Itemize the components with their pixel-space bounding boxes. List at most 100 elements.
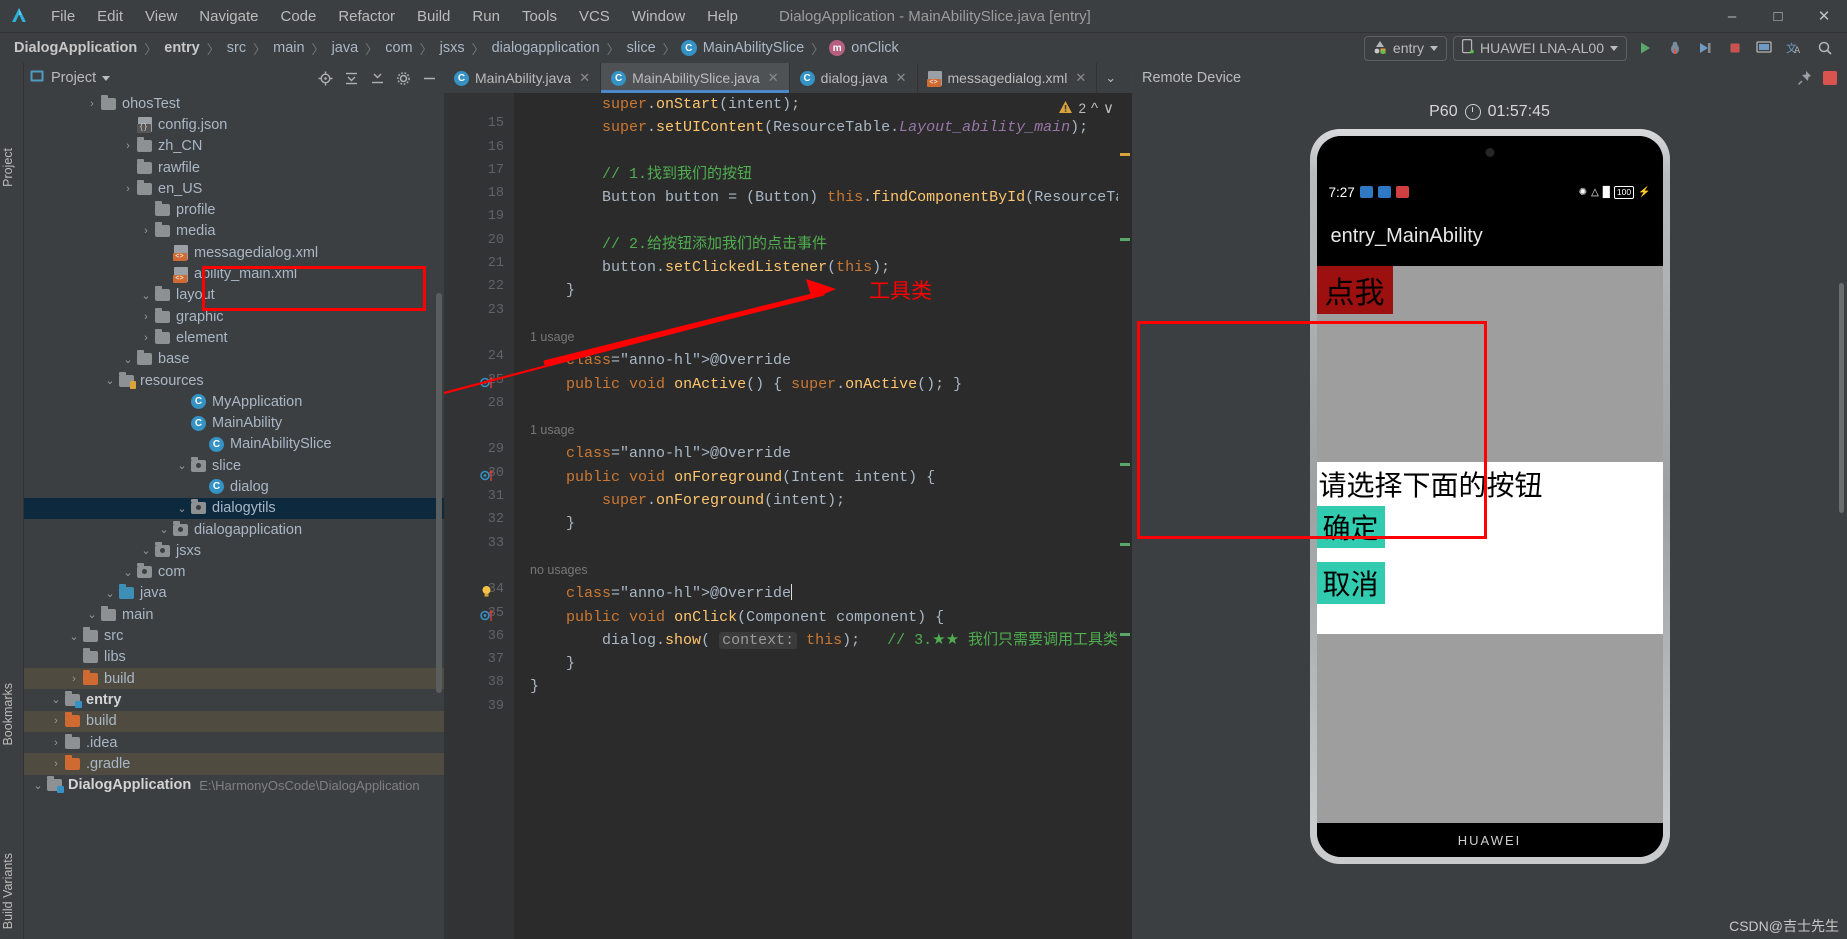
menu-item-run[interactable]: Run — [461, 5, 511, 28]
chevron-down-icon[interactable]: ⌄ — [158, 523, 170, 536]
stop-icon[interactable] — [1723, 36, 1747, 60]
tree-item-media[interactable]: ›media — [24, 221, 444, 242]
tree-item-en_us[interactable]: ›en_US — [24, 178, 444, 199]
sidebar-tab-bookmarks[interactable]: Bookmarks — [1, 683, 15, 746]
app-content[interactable]: 点我 请选择下面的按钮 确定 取消 — [1317, 266, 1663, 823]
gutter-line[interactable]: 16 — [444, 140, 514, 163]
info-marker[interactable] — [1120, 463, 1130, 466]
tree-item-src[interactable]: ⌄src — [24, 625, 444, 646]
code-line[interactable] — [530, 396, 1132, 419]
override-marker-icon[interactable] — [480, 376, 493, 389]
override-marker-icon[interactable] — [480, 469, 493, 482]
code-line[interactable] — [530, 209, 1132, 232]
code-line[interactable]: public void onClick(Component component)… — [530, 606, 1132, 629]
menu-item-view[interactable]: View — [134, 5, 188, 28]
gutter-line[interactable]: 37⊖ — [444, 652, 514, 675]
gutter-line[interactable]: 18 — [444, 186, 514, 209]
chevron-down-icon[interactable]: ⌄ — [140, 289, 152, 302]
translate-icon[interactable]: 文 A — [1783, 36, 1807, 60]
gutter-line[interactable] — [444, 93, 514, 116]
sidebar-tab-build-variants[interactable]: Build Variants — [1, 853, 15, 929]
tree-item-main[interactable]: ⌄main — [24, 604, 444, 625]
click-me-button[interactable]: 点我 — [1317, 266, 1393, 314]
gutter-line[interactable]: 34 — [444, 582, 514, 605]
code-line[interactable]: } — [530, 652, 1132, 675]
device-scrollbar[interactable] — [1839, 283, 1844, 513]
tree-item-rawfile[interactable]: ›rawfile — [24, 157, 444, 178]
chevron-down-icon[interactable]: ⌄ — [104, 374, 116, 387]
code-line[interactable]: } — [530, 675, 1132, 698]
tree-item-libs[interactable]: ›libs — [24, 647, 444, 668]
gutter-line[interactable]: 29 — [444, 442, 514, 465]
code-line[interactable]: super.onStart(intent); — [530, 93, 1132, 116]
inspection-strip[interactable] — [1118, 93, 1132, 939]
tree-item-java[interactable]: ⌄java — [24, 583, 444, 604]
gutter-line[interactable]: 17 — [444, 163, 514, 186]
menu-item-vcs[interactable]: VCS — [568, 5, 621, 28]
tree-item-dialogytils[interactable]: ⌄dialogytils — [24, 498, 444, 519]
code-line[interactable] — [530, 140, 1132, 163]
gutter-line[interactable]: 38 — [444, 675, 514, 698]
tree-item-base[interactable]: ⌄base — [24, 349, 444, 370]
close-tab-icon[interactable]: ✕ — [1075, 70, 1086, 86]
menu-item-edit[interactable]: Edit — [86, 5, 134, 28]
gutter-line[interactable] — [444, 559, 514, 582]
tree-item-mainability[interactable]: ›CMainAbility — [24, 412, 444, 433]
chevron-down-icon[interactable]: ⌄ — [1105, 70, 1116, 86]
code-line[interactable] — [530, 699, 1132, 722]
chevron-down-icon[interactable]: ⌄ — [122, 566, 134, 579]
prev-issue-icon[interactable]: ^ — [1091, 100, 1098, 117]
code-line[interactable]: // 2.给按钮添加我们的点击事件 — [530, 233, 1132, 256]
expand-all-icon[interactable] — [368, 69, 386, 87]
code-line[interactable]: super.onForeground(intent); — [530, 489, 1132, 512]
chevron-down-icon[interactable]: ⌄ — [50, 693, 62, 706]
tree-item-build[interactable]: ›build — [24, 711, 444, 732]
code-line[interactable]: button.setClickedListener(this); — [530, 256, 1132, 279]
breadcrumb-item-entry[interactable]: entry — [162, 40, 201, 56]
gutter-line[interactable] — [444, 419, 514, 442]
code-line[interactable]: Button button = (Button) this.findCompon… — [530, 186, 1132, 209]
run-icon[interactable] — [1633, 36, 1657, 60]
locate-icon[interactable] — [316, 69, 334, 87]
menu-item-navigate[interactable]: Navigate — [188, 5, 269, 28]
menu-item-build[interactable]: Build — [406, 5, 461, 28]
code-line[interactable]: } — [530, 512, 1132, 535]
gutter-line[interactable]: 28 — [444, 396, 514, 419]
editor-code[interactable]: super.onStart(intent); super.setUIConten… — [514, 93, 1132, 939]
chevron-right-icon[interactable]: › — [140, 332, 152, 344]
gutter-line[interactable]: 30⊖ — [444, 466, 514, 489]
tree-item-zh_cn[interactable]: ›zh_CN — [24, 136, 444, 157]
breadcrumb-item-slice[interactable]: slice — [625, 40, 658, 56]
chevron-down-icon[interactable]: ⌄ — [140, 544, 152, 557]
hide-panel-icon[interactable] — [420, 69, 438, 87]
chevron-down-icon[interactable] — [102, 76, 110, 81]
code-line[interactable]: class="anno-hl">@Override — [530, 582, 1132, 605]
override-marker-icon[interactable] — [480, 609, 493, 622]
device-selector[interactable]: HUAWEI LNA-AL00 — [1453, 36, 1627, 61]
tree-item-jsxs[interactable]: ⌄jsxs — [24, 540, 444, 561]
breadcrumb-item-java[interactable]: java — [330, 40, 361, 56]
tree-item-mainabilityslice[interactable]: ›CMainAbilitySlice — [24, 434, 444, 455]
gutter-line[interactable] — [444, 326, 514, 349]
breadcrumb-item-com[interactable]: com — [383, 40, 414, 56]
tree-item-dialogapplication[interactable]: ⌄DialogApplicationE:\HarmonyOsCode\Dialo… — [24, 775, 444, 796]
run-configuration-selector[interactable]: entry — [1364, 36, 1447, 61]
chevron-right-icon[interactable]: › — [86, 98, 98, 110]
gutter-line[interactable]: 33 — [444, 536, 514, 559]
chevron-right-icon[interactable]: › — [50, 737, 62, 749]
breadcrumb-item-main[interactable]: main — [271, 40, 306, 56]
info-marker[interactable] — [1120, 633, 1130, 636]
tree-item-entry[interactable]: ⌄entry — [24, 689, 444, 710]
menu-item-window[interactable]: Window — [621, 5, 696, 28]
breadcrumb-item-mainabilityslice[interactable]: CMainAbilitySlice — [681, 40, 807, 56]
chevron-right-icon[interactable]: › — [68, 673, 80, 685]
code-line[interactable] — [530, 536, 1132, 559]
code-line[interactable]: public void onForeground(Intent intent) … — [530, 466, 1132, 489]
chevron-right-icon[interactable]: › — [122, 140, 134, 152]
tree-item-myapplication[interactable]: ›CMyApplication — [24, 391, 444, 412]
gutter-line[interactable]: 35 — [444, 606, 514, 629]
close-button[interactable]: ✕ — [1801, 0, 1847, 32]
gutter-line[interactable]: 36 — [444, 629, 514, 652]
editor-tab-dialog-java[interactable]: Cdialog.java✕ — [790, 63, 918, 93]
menu-item-refactor[interactable]: Refactor — [327, 5, 406, 28]
